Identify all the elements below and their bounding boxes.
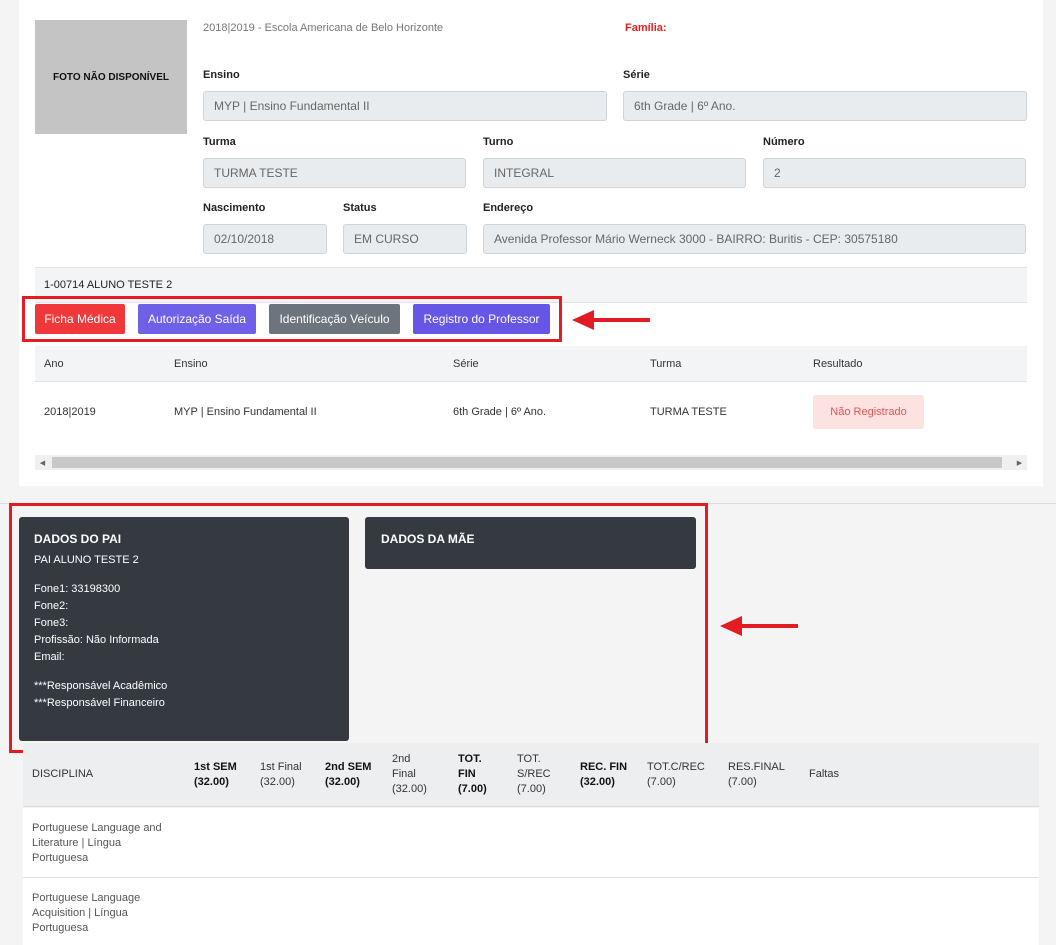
- student-id-name: 1-00714 ALUNO TESTE 2: [44, 279, 173, 291]
- numero-field: 2: [763, 158, 1026, 188]
- parents-annotation-box: [9, 503, 708, 753]
- endereco-field: Avenida Professor Mário Werneck 3000 - B…: [483, 224, 1026, 254]
- col-rec-fin-weight: (32.00): [580, 776, 615, 788]
- subject-name: Portuguese Language and Literature | Lín…: [32, 821, 182, 866]
- student-photo: FOTO NÃO DISPONÍVEL: [35, 20, 187, 134]
- numero-label: Número: [763, 136, 805, 148]
- col-res-final: RES.FINAL: [728, 761, 785, 773]
- endereco-label: Endereço: [483, 202, 534, 214]
- col-2nd-final: 2nd: [392, 753, 411, 765]
- col-rec-fin: REC. FIN: [580, 761, 628, 773]
- col-turma: Turma: [650, 358, 682, 370]
- arrow-left-icon: [572, 310, 650, 330]
- col-2nd-final-line2: Final: [392, 768, 416, 780]
- horizontal-scrollbar[interactable]: ◀ ▶: [35, 455, 1027, 470]
- serie-field: 6th Grade | 6º Ano.: [623, 91, 1027, 121]
- col-ensino: Ensino: [174, 358, 208, 370]
- subject-name: Portuguese Language Acquisition | Língua…: [32, 891, 182, 936]
- col-tot-srec-weight: (7.00): [517, 783, 546, 795]
- subject-line: Portuguesa: [32, 852, 89, 864]
- ensino-label: Ensino: [203, 69, 240, 81]
- buttons-annotation-box: [22, 296, 562, 342]
- status-field: EM CURSO: [343, 224, 467, 254]
- col-ano: Ano: [44, 358, 64, 370]
- col-2nd-sem-weight: (32.00): [325, 776, 360, 788]
- row-ensino: MYP | Ensino Fundamental II: [174, 406, 317, 418]
- photo-placeholder-text: FOTO NÃO DISPONÍVEL: [53, 71, 169, 83]
- history-table-header: Ano Ensino Série Turma Resultado: [35, 346, 1027, 382]
- status-badge: Não Registrado: [813, 395, 924, 429]
- table-row: Portuguese Language and Literature | Lín…: [23, 808, 1039, 878]
- col-tot-srec: TOT.: [517, 753, 541, 765]
- ensino-field: MYP | Ensino Fundamental II: [203, 91, 607, 121]
- turno-field: INTEGRAL: [483, 158, 746, 188]
- col-1st-sem: 1st SEM: [194, 761, 237, 773]
- col-1st-sem-weight: (32.00): [194, 776, 229, 788]
- row-ano: 2018|2019: [44, 406, 96, 418]
- col-tot-crec-weight: (7.00): [647, 776, 676, 788]
- scroll-right-icon[interactable]: ▶: [1012, 455, 1027, 470]
- school-year-line: 2018|2019 - Escola Americana de Belo Hor…: [203, 22, 444, 34]
- subject-line: Acquisition | Língua: [32, 907, 128, 919]
- col-faltas: Faltas: [809, 768, 839, 780]
- scroll-left-icon[interactable]: ◀: [35, 455, 50, 470]
- col-1st-final-weight: (32.00): [260, 776, 295, 788]
- col-1st-final: 1st Final: [260, 761, 302, 773]
- subject-line: Portuguesa: [32, 922, 89, 934]
- table-row: Portuguese Language Acquisition | Língua…: [23, 878, 1039, 945]
- subject-line: Literature | Língua: [32, 837, 122, 849]
- row-serie: 6th Grade | 6º Ano.: [453, 406, 547, 418]
- serie-label: Série: [623, 69, 650, 81]
- col-serie: Série: [453, 358, 479, 370]
- familia-label: Família:: [625, 22, 667, 34]
- turma-label: Turma: [203, 136, 236, 148]
- turno-label: Turno: [483, 136, 514, 148]
- turma-field: TURMA TESTE: [203, 158, 466, 188]
- col-resultado: Resultado: [813, 358, 863, 370]
- col-tot-crec: TOT.C/REC: [647, 761, 705, 773]
- nascimento-field: 02/10/2018: [203, 224, 327, 254]
- col-tot-fin: TOT.: [458, 753, 482, 765]
- col-tot-srec-line2: S/REC: [517, 768, 551, 780]
- col-2nd-final-weight: (32.00): [392, 783, 427, 795]
- row-turma: TURMA TESTE: [650, 406, 727, 418]
- col-tot-fin-weight: (7.00): [458, 783, 487, 795]
- status-label: Status: [343, 202, 377, 214]
- arrow-left-icon: [720, 616, 798, 636]
- col-res-final-weight: (7.00): [728, 776, 757, 788]
- col-disciplina: DISCIPLINA: [32, 768, 94, 780]
- scroll-thumb[interactable]: [52, 457, 1002, 468]
- col-tot-fin-line2: FIN: [458, 768, 476, 780]
- subject-line: Portuguese Language: [32, 892, 141, 904]
- col-2nd-sem: 2nd SEM: [325, 761, 372, 773]
- subject-line: Portuguese Language and: [32, 822, 162, 834]
- nascimento-label: Nascimento: [203, 202, 266, 214]
- grades-table-header: DISCIPLINA 1st SEM (32.00) 1st Final (32…: [23, 743, 1039, 807]
